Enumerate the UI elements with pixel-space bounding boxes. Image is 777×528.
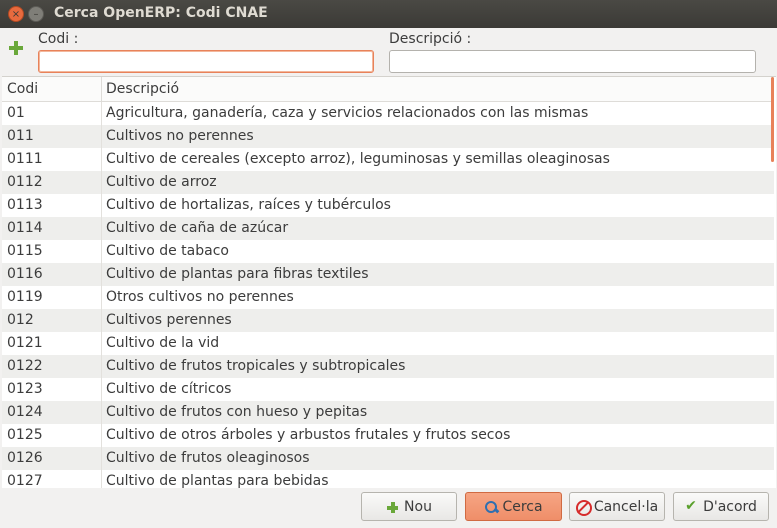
cell-codi: 0115 xyxy=(7,243,43,259)
ok-button[interactable]: D'acord xyxy=(673,492,769,521)
cell-codi: 0113 xyxy=(7,197,43,213)
table-row[interactable]: 0124 Cultivo de frutos con hueso y pepita… xyxy=(2,401,774,424)
table-row[interactable]: 0112 Cultivo de arroz xyxy=(2,171,774,194)
codi-label: Codi : xyxy=(38,31,79,47)
cell-descripcio: Cultivos perennes xyxy=(106,312,232,328)
column-divider-line xyxy=(101,102,102,488)
cell-descripcio: Cultivo de frutos tropicales y subtropic… xyxy=(106,358,406,374)
cell-descripcio: Cultivo de cítricos xyxy=(106,381,232,397)
cancel-button-label: Cancel·la xyxy=(593,498,659,515)
table-body: 01 Agricultura, ganadería, caza y servici… xyxy=(2,102,774,488)
cancel-icon xyxy=(575,499,592,516)
codi-input[interactable] xyxy=(38,50,374,73)
cell-codi: 0127 xyxy=(7,473,43,488)
cell-descripcio: Cultivo de otros árboles y arbustos frut… xyxy=(106,427,511,443)
cell-descripcio: Cultivo de cereales (excepto arroz), leg… xyxy=(106,151,610,167)
table-row[interactable]: 0116 Cultivo de plantas para fibras texti… xyxy=(2,263,774,286)
cell-codi: 0111 xyxy=(7,151,43,167)
cell-codi: 01 xyxy=(7,105,25,121)
table-row[interactable]: 0123 Cultivo de cítricos xyxy=(2,378,774,401)
check-icon xyxy=(685,498,699,514)
minimize-window-button[interactable]: – xyxy=(28,6,44,22)
cell-codi: 0116 xyxy=(7,266,43,282)
cell-codi: 0126 xyxy=(7,450,43,466)
cell-codi: 0119 xyxy=(7,289,43,305)
cell-descripcio: Cultivo de frutos oleaginosos xyxy=(106,450,310,466)
add-icon[interactable] xyxy=(9,41,23,55)
cell-descripcio: Cultivo de la vid xyxy=(106,335,220,351)
cell-codi: 012 xyxy=(7,312,34,328)
cell-descripcio: Cultivo de caña de azúcar xyxy=(106,220,289,236)
table-row[interactable]: 0113 Cultivo de hortalizas, raíces y tubé… xyxy=(2,194,774,217)
new-button-label: Nou xyxy=(404,498,432,515)
new-button[interactable]: Nou xyxy=(361,492,457,521)
cell-codi: 0112 xyxy=(7,174,43,190)
table-row[interactable]: 01 Agricultura, ganadería, caza y servici… xyxy=(2,102,774,125)
column-header-descripcio[interactable]: Descripció xyxy=(106,81,179,97)
table-row[interactable]: 0127 Cultivo de plantas para bebidas xyxy=(2,470,774,488)
window-title: Cerca OpenERP: Codi CNAE xyxy=(54,5,268,21)
cell-descripcio: Cultivos no perennes xyxy=(106,128,254,144)
cell-descripcio: Cultivo de arroz xyxy=(106,174,217,190)
table-row[interactable]: 0119 Otros cultivos no perennes xyxy=(2,286,774,309)
cell-descripcio: Cultivo de plantas para bebidas xyxy=(106,473,329,488)
table-row[interactable]: 0114 Cultivo de caña de azúcar xyxy=(2,217,774,240)
table-row[interactable]: 012 Cultivos perennes xyxy=(2,309,774,332)
table-row[interactable]: 0111 Cultivo de cereales (excepto arroz),… xyxy=(2,148,774,171)
results-table: Codi Descripció 01 Agricultura, ganadería… xyxy=(2,76,776,488)
table-header: Codi Descripció xyxy=(2,77,774,102)
cell-codi: 0122 xyxy=(7,358,43,374)
close-window-button[interactable]: × xyxy=(8,6,24,22)
table-row[interactable]: 0126 Cultivo de frutos oleaginosos xyxy=(2,447,774,470)
cell-codi: 0125 xyxy=(7,427,43,443)
column-divider[interactable] xyxy=(101,77,102,102)
cell-codi: 0121 xyxy=(7,335,43,351)
cell-codi: 0123 xyxy=(7,381,43,397)
vertical-scrollbar[interactable] xyxy=(771,77,774,162)
cell-codi: 0124 xyxy=(7,404,43,420)
cell-descripcio: Agricultura, ganadería, caza y servicios… xyxy=(106,105,589,121)
descripcio-label: Descripció : xyxy=(389,31,472,47)
table-row[interactable]: 0122 Cultivo de frutos tropicales y subtr… xyxy=(2,355,774,378)
search-button[interactable]: Cerca xyxy=(465,492,562,521)
table-row[interactable]: 0125 Cultivo de otros árboles y arbustos … xyxy=(2,424,774,447)
cancel-button[interactable]: Cancel·la xyxy=(569,492,665,521)
cell-descripcio: Cultivo de hortalizas, raíces y tubércul… xyxy=(106,197,391,213)
cell-codi: 0114 xyxy=(7,220,43,236)
title-bar: × – Cerca OpenERP: Codi CNAE xyxy=(0,0,777,28)
search-button-label: Cerca xyxy=(502,498,543,515)
plus-icon xyxy=(386,500,400,514)
cell-codi: 011 xyxy=(7,128,34,144)
ok-button-label: D'acord xyxy=(703,498,757,515)
cell-descripcio: Cultivo de frutos con hueso y pepitas xyxy=(106,404,368,420)
table-row[interactable]: 0115 Cultivo de tabaco xyxy=(2,240,774,263)
table-row[interactable]: 011 Cultivos no perennes xyxy=(2,125,774,148)
cell-descripcio: Cultivo de tabaco xyxy=(106,243,229,259)
column-header-codi[interactable]: Codi xyxy=(7,81,38,97)
search-icon xyxy=(484,500,498,514)
table-row[interactable]: 0121 Cultivo de la vid xyxy=(2,332,774,355)
cell-descripcio: Cultivo de plantas para fibras textiles xyxy=(106,266,369,282)
cell-descripcio: Otros cultivos no perennes xyxy=(106,289,294,305)
descripcio-input[interactable] xyxy=(389,50,756,73)
